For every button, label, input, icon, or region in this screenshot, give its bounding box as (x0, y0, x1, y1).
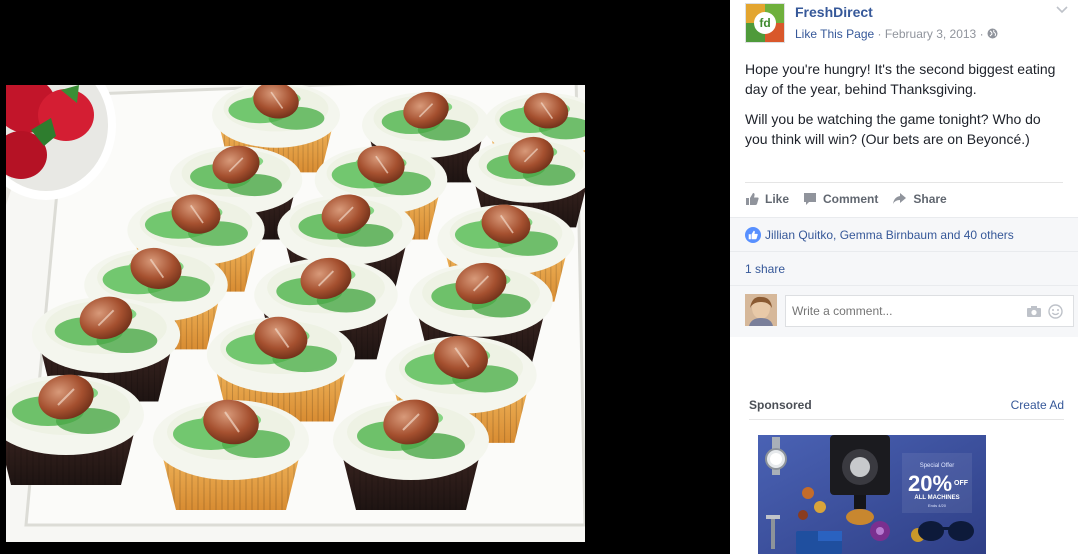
ad-image[interactable]: Special Offer 20% OFF ALL MACHINES Ends … (758, 435, 986, 554)
sponsored-label: Sponsored (749, 398, 812, 412)
reactions-row[interactable]: Jillian Quitko, Gemma Birnbaum and 40 ot… (730, 217, 1078, 251)
ad-ends: Ends 4/20 (928, 503, 947, 508)
comment-button[interactable]: Comment (803, 192, 878, 206)
post-header: fd FreshDirect Like This Page · February… (745, 3, 1068, 43)
meta-separator: · (874, 27, 885, 41)
ad-all-machines: ALL MACHINES (914, 495, 959, 501)
comment-icon (804, 192, 817, 205)
emoji-icon[interactable] (1048, 304, 1063, 319)
like-label: Like (765, 191, 790, 206)
thumbs-up-icon (746, 192, 759, 205)
share-button[interactable]: Share (892, 191, 947, 206)
user-photo (745, 294, 777, 326)
ad-discount: 20% (908, 471, 952, 496)
cupcakes-image (6, 85, 585, 542)
ad-off: OFF (954, 480, 969, 487)
like-page-link[interactable]: Like This Page (795, 27, 874, 41)
comment-composer (730, 285, 1078, 337)
post-body: Hope you're hungry! It's the second bigg… (745, 59, 1063, 149)
page-avatar[interactable]: fd (745, 3, 785, 43)
reactions-text[interactable]: Jillian Quitko, Gemma Birnbaum and 40 ot… (765, 228, 1014, 242)
post-photo[interactable] (6, 85, 585, 542)
comment-label: Comment (823, 191, 879, 206)
coffee-machine-ad: Special Offer 20% OFF ALL MACHINES Ends … (758, 435, 986, 554)
post-date-link[interactable]: February 3, 2013 (885, 27, 976, 41)
camera-icon[interactable] (1027, 306, 1041, 317)
logo-text: fd (759, 16, 770, 30)
post-actions: Like Comment Share (745, 182, 1063, 214)
post-meta: Like This Page · February 3, 2013 · (795, 27, 998, 41)
sponsored-header: Sponsored Create Ad (749, 392, 1064, 420)
ad-special-offer: Special Offer (920, 463, 955, 469)
shares-link[interactable]: 1 share (745, 262, 785, 276)
post-sidebar: fd FreshDirect Like This Page · February… (730, 0, 1078, 554)
page-name-link[interactable]: FreshDirect (795, 4, 873, 20)
globe-icon (987, 28, 998, 39)
like-button[interactable]: Like (745, 192, 789, 206)
create-ad-link[interactable]: Create Ad (1011, 398, 1064, 412)
share-arrow-icon (893, 192, 907, 204)
like-badge-icon (745, 226, 761, 243)
share-label: Share (913, 191, 947, 206)
photo-viewer (0, 0, 730, 554)
post-paragraph-2: Will you be watching the game tonight? W… (745, 111, 1041, 147)
freshdirect-logo-icon: fd (746, 4, 784, 42)
post-paragraph-1: Hope you're hungry! It's the second bigg… (745, 61, 1056, 97)
user-avatar[interactable] (745, 294, 777, 326)
post-options-chevron-icon[interactable] (1055, 5, 1069, 15)
meta-separator-2: · (976, 27, 987, 41)
shares-row: 1 share (730, 251, 1078, 285)
